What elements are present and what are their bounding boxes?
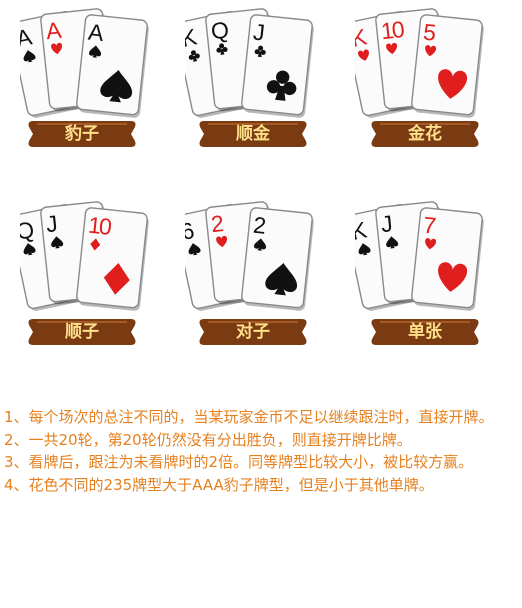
card-rank: 7: [422, 212, 437, 239]
card-rank: 2: [210, 210, 225, 237]
rule-item: 2、 一共20轮，第20轮仍然没有分出胜负，则直接开牌比牌。: [4, 429, 518, 452]
label-text-high-card: 单张: [408, 322, 442, 342]
rule-number: 4、: [4, 475, 29, 494]
card-rank: 10: [380, 16, 405, 44]
rule-text: 每个场次的总注不同的，当某玩家金币不足以继续跟注时，直接开牌。: [28, 408, 494, 426]
rule-item: 3、 看牌后，跟注为未看牌时的2倍。同等牌型比较大小，被比较方赢。: [4, 451, 518, 474]
label-straight: 顺子: [27, 315, 137, 349]
label-text-straight: 顺子: [65, 322, 99, 342]
rule-item: 4、 花色不同的235牌型大于AAA豹子牌型，但是小于其他单牌。: [4, 474, 518, 497]
label-flush: 金花: [370, 117, 480, 151]
label-text-leopard: 豹子: [65, 124, 99, 144]
card-straight-3: 10: [76, 207, 149, 311]
rule-number: 1、: [4, 408, 29, 426]
card-rank: 5: [422, 19, 437, 46]
label-high-card: 单张: [370, 315, 480, 349]
rules-list: 1、 每个场次的总注不同的，当某玩家金币不足以继续跟注时，直接开牌。 2、 一共…: [4, 406, 518, 496]
label-pair: 对子: [198, 315, 308, 349]
card-rank: Q: [210, 16, 231, 44]
card-flush-3: 5: [411, 14, 484, 118]
rule-number: 3、: [4, 453, 29, 471]
label-text-pair: 对子: [236, 322, 270, 342]
rule-text: 看牌后，跟注为未看牌时的2倍。同等牌型比较大小，被比较方赢。: [28, 453, 474, 471]
label-text-straight-flush: 顺金: [236, 124, 270, 144]
card-pair-3: 2: [241, 207, 314, 311]
card-high-card-3: 7: [411, 207, 484, 311]
label-straight-flush: 顺金: [198, 117, 308, 151]
card-leopard-3: A: [76, 14, 149, 118]
card-rank: 2: [252, 212, 267, 239]
rule-item: 1、 每个场次的总注不同的，当某玩家金币不足以继续跟注时，直接开牌。: [4, 406, 518, 429]
label-leopard: 豹子: [27, 117, 137, 151]
rule-number: 2、: [4, 430, 29, 449]
rule-text: 一共20轮，第20轮仍然没有分出胜负，则直接开牌比牌。: [28, 430, 412, 449]
card-rank: 10: [87, 212, 112, 240]
rule-text: 花色不同的235牌型大于AAA豹子牌型，但是小于其他单牌。: [28, 475, 434, 494]
label-text-flush: 金花: [408, 124, 442, 144]
card-straight-flush-3: J: [241, 14, 314, 118]
